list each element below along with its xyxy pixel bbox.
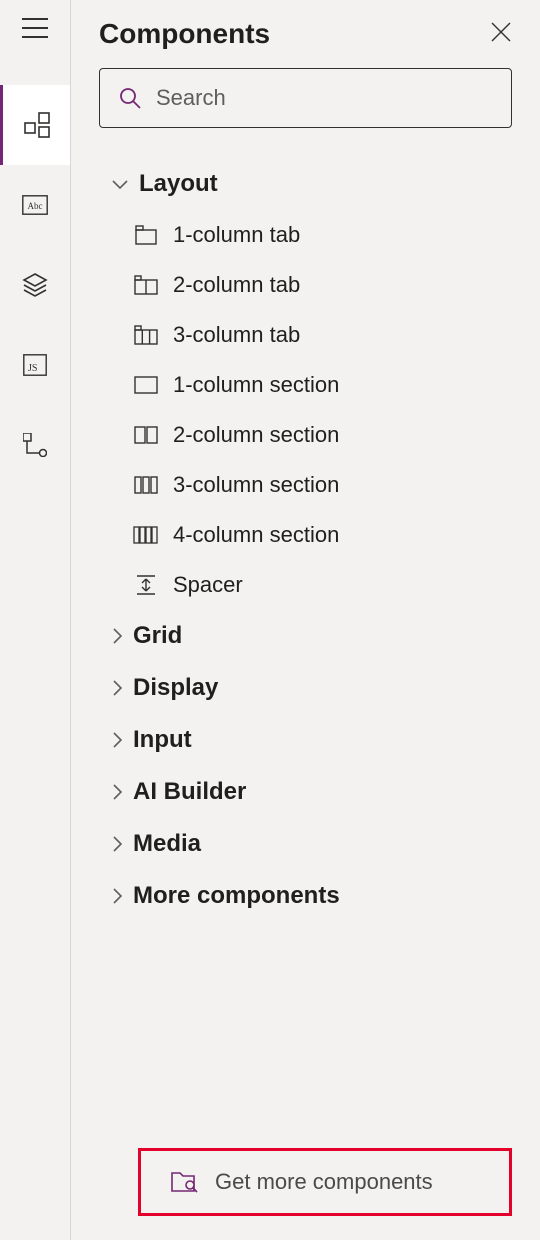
item-label: 3-column section (173, 472, 339, 498)
item-spacer[interactable]: Spacer (133, 560, 512, 610)
js-icon: JS (23, 354, 47, 376)
item-label: 4-column section (173, 522, 339, 548)
chevron-right-icon (111, 887, 123, 905)
hamburger-icon (22, 18, 48, 38)
hamburger-menu-button[interactable] (22, 18, 48, 43)
components-icon (24, 112, 50, 138)
item-3-column-tab[interactable]: 3-column tab (133, 310, 512, 360)
components-panel: Components Layout 1-column tab (70, 0, 540, 1240)
folder-search-icon (171, 1170, 199, 1194)
get-more-components-button[interactable]: Get more components (138, 1148, 512, 1216)
two-column-section-icon (133, 426, 159, 444)
category-grid[interactable]: Grid (99, 610, 512, 662)
category-media-label: Media (133, 830, 201, 858)
item-1-column-section[interactable]: 1-column section (133, 360, 512, 410)
two-column-tab-icon (133, 275, 159, 295)
nav-rail: Abc JS (0, 0, 70, 1240)
item-2-column-section[interactable]: 2-column section (133, 410, 512, 460)
chevron-right-icon (111, 783, 123, 801)
item-label: 1-column tab (173, 222, 300, 248)
svg-text:JS: JS (28, 363, 37, 374)
category-more-label: More components (133, 882, 340, 910)
category-layout[interactable]: Layout (99, 158, 512, 210)
footer-label: Get more components (215, 1169, 433, 1195)
category-input-label: Input (133, 726, 192, 754)
svg-text:Abc: Abc (28, 201, 43, 211)
item-label: Spacer (173, 572, 243, 598)
item-label: 2-column section (173, 422, 339, 448)
category-display[interactable]: Display (99, 662, 512, 714)
panel-header: Components (99, 18, 512, 50)
spacer-icon (133, 574, 159, 596)
text-abc-icon: Abc (22, 195, 48, 215)
rail-text-button[interactable]: Abc (0, 165, 70, 245)
category-input[interactable]: Input (99, 714, 512, 766)
rail-components-button[interactable] (0, 85, 70, 165)
item-label: 1-column section (173, 372, 339, 398)
chevron-right-icon (111, 835, 123, 853)
chevron-right-icon (111, 679, 123, 697)
close-button[interactable] (490, 21, 512, 48)
category-grid-label: Grid (133, 622, 182, 650)
four-column-section-icon (133, 526, 159, 544)
panel-title: Components (99, 18, 270, 50)
item-label: 3-column tab (173, 322, 300, 348)
three-column-tab-icon (133, 325, 159, 345)
layers-icon (22, 272, 48, 298)
item-2-column-tab[interactable]: 2-column tab (133, 260, 512, 310)
item-1-column-tab[interactable]: 1-column tab (133, 210, 512, 260)
search-icon (118, 86, 142, 110)
item-3-column-section[interactable]: 3-column section (133, 460, 512, 510)
close-icon (490, 21, 512, 43)
layout-items: 1-column tab 2-column tab 3-column tab 1… (99, 210, 512, 610)
one-column-section-icon (133, 376, 159, 394)
category-ai-builder-label: AI Builder (133, 778, 246, 806)
chevron-down-icon (111, 178, 129, 190)
category-ai-builder[interactable]: AI Builder (99, 766, 512, 818)
three-column-section-icon (133, 476, 159, 494)
category-layout-label: Layout (139, 170, 218, 198)
item-4-column-section[interactable]: 4-column section (133, 510, 512, 560)
rail-layers-button[interactable] (0, 245, 70, 325)
one-column-tab-icon (133, 225, 159, 245)
rail-tree-button[interactable] (0, 405, 70, 485)
category-media[interactable]: Media (99, 818, 512, 870)
chevron-right-icon (111, 627, 123, 645)
search-input[interactable] (156, 85, 493, 111)
item-label: 2-column tab (173, 272, 300, 298)
search-field[interactable] (99, 68, 512, 128)
chevron-right-icon (111, 731, 123, 749)
tree-icon (23, 433, 47, 457)
rail-js-button[interactable]: JS (0, 325, 70, 405)
category-tree: Layout 1-column tab 2-column tab 3-colum… (99, 158, 512, 1240)
category-display-label: Display (133, 674, 218, 702)
category-more-components[interactable]: More components (99, 870, 512, 922)
